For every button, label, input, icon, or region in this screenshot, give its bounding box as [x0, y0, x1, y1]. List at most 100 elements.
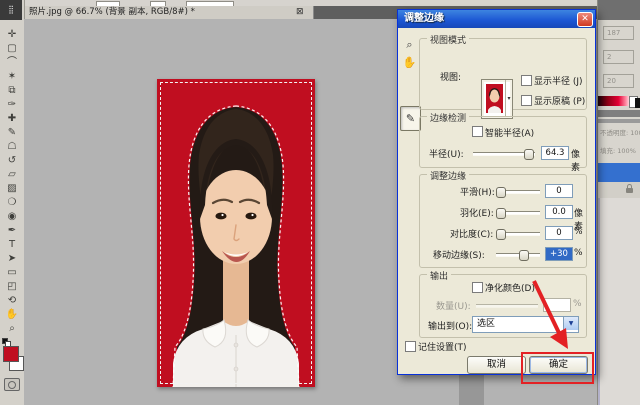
show-original-label: 显示原稿 (P) [534, 94, 585, 107]
dialog-title: 调整边缘 [404, 10, 444, 28]
color-value-field[interactable]: 187 [603, 26, 634, 40]
document-tab[interactable]: 照片.jpg @ 66.7% (背景 副本, RGB/8#) * [24, 6, 314, 19]
refine-radius-tool-button[interactable]: ✎ [400, 106, 421, 131]
fill-label: 填充: [600, 147, 615, 155]
foreground-color-swatch[interactable] [3, 346, 19, 362]
color-ramp[interactable] [598, 96, 631, 106]
lasso-tool-icon[interactable]: ⌒ [0, 56, 24, 70]
panel-top-strip [598, 0, 640, 20]
move-tool-icon[interactable]: ✛ [0, 28, 24, 42]
history-brush-tool-icon[interactable]: ↺ [0, 154, 24, 168]
smooth-slider-thumb[interactable] [496, 187, 506, 198]
annotation-arrow [520, 275, 590, 355]
remember-settings-checkbox[interactable] [405, 341, 416, 352]
quick-selection-tool-icon[interactable]: ✶ [0, 70, 24, 84]
rotate-view-tool-icon[interactable]: ⟲ [0, 294, 24, 308]
marquee-tool-icon[interactable]: ▢ [0, 42, 24, 56]
dialog-zoom-tool-icon[interactable]: ⌕ [402, 37, 417, 52]
portrait-photo [157, 79, 315, 387]
shift-edge-value-field[interactable]: +30 [545, 247, 573, 261]
smart-radius-checkbox[interactable] [472, 126, 483, 137]
selection-marching-ants [160, 82, 312, 384]
window-fragment [459, 373, 484, 405]
show-original-checkbox[interactable] [521, 95, 532, 106]
dialog-hand-tool-icon[interactable]: ✋ [402, 55, 417, 70]
remember-settings-label: 记住设置(T) [418, 340, 467, 353]
feather-slider[interactable] [496, 211, 540, 215]
path-selection-tool-icon[interactable]: ➤ [0, 252, 24, 266]
photoshop-window: 照片.jpg @ 66.7% (背景 副本, RGB/8#) * ⊠ ⣿ ✛ ▢… [0, 0, 640, 405]
shape-tool-icon[interactable]: ▭ [0, 266, 24, 280]
blur-tool-icon[interactable]: ❍ [0, 196, 24, 210]
feather-slider-thumb[interactable] [496, 208, 506, 219]
view-mode-dropdown[interactable]: ▾ [481, 79, 513, 119]
black-chip[interactable] [635, 98, 640, 108]
background-layer-row[interactable] [598, 182, 640, 198]
decontaminate-colors-checkbox[interactable] [472, 282, 483, 293]
layers-opacity-row[interactable]: 不透明度: 100% [598, 126, 640, 141]
adjust-edge-group-label: 调整边缘 [427, 169, 469, 182]
dialog-titlebar[interactable]: 调整边缘 ✕ [398, 10, 595, 28]
feather-value-field[interactable]: 0.0 [545, 205, 573, 219]
view-thumbnail [486, 84, 503, 113]
clone-stamp-tool-icon[interactable]: ☖ [0, 140, 24, 154]
eyedropper-tool-icon[interactable]: ✑ [0, 98, 24, 112]
contrast-unit: % [574, 227, 583, 237]
view-mode-group: 视图模式 视图: ▾ 显示半径 (J) 显示原稿 (P) [419, 38, 587, 110]
opacity-value: 100% [630, 129, 640, 137]
shift-edge-slider-thumb[interactable] [519, 250, 529, 261]
dialog-close-icon[interactable]: ✕ [577, 12, 593, 27]
brush-tool-icon[interactable]: ✎ [0, 126, 24, 140]
color-value-field[interactable]: 20 [603, 74, 634, 88]
output-to-label: 输出到(O): [428, 319, 472, 332]
quick-mask-icon[interactable] [4, 378, 20, 391]
opacity-label: 不透明度: [600, 129, 628, 137]
shift-edge-unit: % [574, 248, 583, 258]
ok-annotation-rectangle [521, 352, 594, 384]
radius-unit: 像素 [571, 147, 586, 173]
edge-detection-group: 边缘检测 智能半径(A) 半径(U): 64.3 像素 [419, 116, 587, 168]
contrast-slider[interactable] [496, 232, 540, 236]
radius-slider[interactable] [473, 152, 535, 156]
contrast-slider-thumb[interactable] [496, 229, 506, 240]
color-value-field[interactable]: 2 [603, 50, 634, 64]
view-label: 视图: [440, 70, 461, 83]
panel-divider [598, 119, 640, 123]
smooth-label: 平滑(H): [460, 185, 495, 198]
smart-radius-label: 智能半径(A) [485, 126, 534, 139]
chevron-down-icon: ▾ [505, 80, 512, 117]
show-radius-label: 显示半径 (J) [534, 74, 583, 87]
hand-tool-icon[interactable]: ✋ [0, 308, 24, 322]
toolbox-header[interactable]: ⣿ [0, 0, 22, 20]
lock-icon [626, 188, 633, 193]
show-radius-checkbox[interactable] [521, 75, 532, 86]
smooth-slider[interactable] [496, 190, 540, 194]
healing-brush-tool-icon[interactable]: ✚ [0, 112, 24, 126]
tools-panel: ⣿ ✛ ▢ ⌒ ✶ ⧉ ✑ ✚ ✎ ☖ ↺ ▱ ▨ ❍ ◉ ✒ T ➤ ▭ ◰ … [0, 0, 25, 405]
default-swatches-icon[interactable] [2, 338, 10, 345]
fill-value: 100% [617, 147, 636, 155]
pen-tool-icon[interactable]: ✒ [0, 224, 24, 238]
cancel-button[interactable]: 取消 [467, 356, 526, 374]
3d-tool-icon[interactable]: ◰ [0, 280, 24, 294]
dodge-tool-icon[interactable]: ◉ [0, 210, 24, 224]
gradient-tool-icon[interactable]: ▨ [0, 182, 24, 196]
edge-detection-group-label: 边缘检测 [427, 111, 469, 124]
radius-slider-thumb[interactable] [524, 149, 534, 160]
output-group-label: 输出 [427, 269, 451, 282]
contrast-value-field[interactable]: 0 [545, 226, 573, 240]
type-tool-icon[interactable]: T [0, 238, 24, 252]
selected-layer-row[interactable] [598, 163, 640, 182]
radius-label: 半径(U): [429, 147, 464, 160]
tab-close-icon[interactable]: ⊠ [296, 7, 304, 18]
smooth-value-field[interactable]: 0 [545, 184, 573, 198]
eraser-tool-icon[interactable]: ▱ [0, 168, 24, 182]
zoom-tool-icon[interactable]: ⌕ [0, 322, 24, 336]
shift-edge-slider[interactable] [496, 253, 540, 257]
amount-label: 数量(U): [436, 299, 471, 312]
crop-tool-icon[interactable]: ⧉ [0, 84, 24, 98]
contrast-label: 对比度(C): [450, 227, 493, 240]
document-tab-title: 照片.jpg @ 66.7% (背景 副本, RGB/8#) * [29, 7, 195, 17]
layers-fill-row[interactable]: 填充: 100% [598, 144, 640, 159]
radius-value-field[interactable]: 64.3 [541, 146, 569, 160]
